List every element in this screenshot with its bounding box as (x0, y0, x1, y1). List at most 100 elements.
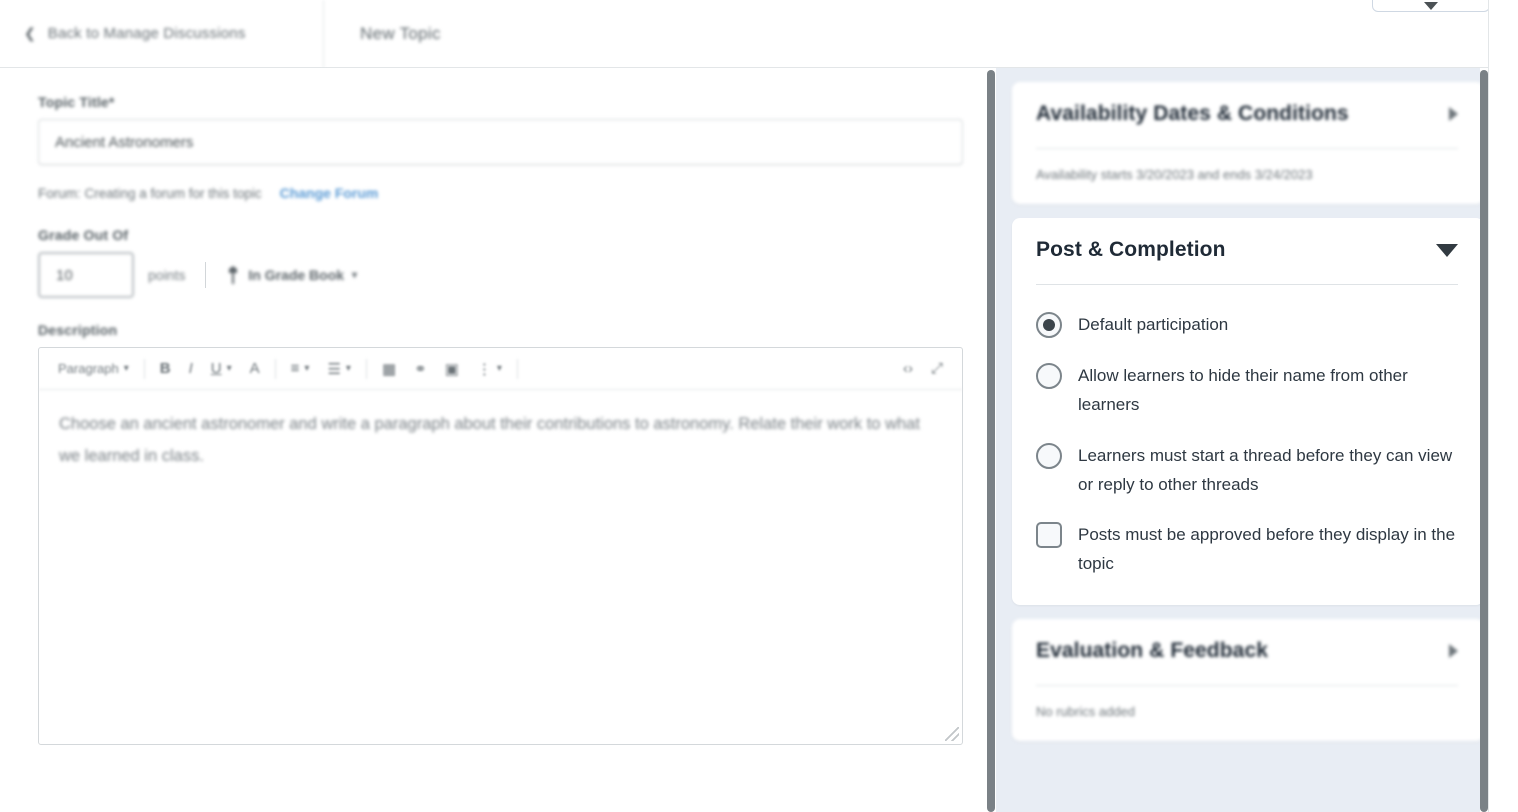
availability-dates-card[interactable]: Availability Dates & Conditions Availabi… (1012, 82, 1484, 204)
divider (205, 262, 207, 288)
chevron-down-icon: ▾ (496, 363, 502, 374)
participation-options-list: Default participation Allow learners to … (1036, 311, 1458, 579)
page-title: New Topic (360, 23, 441, 43)
right-scrollbar-thumb[interactable] (1480, 70, 1488, 812)
list-icon: ☰ (327, 360, 341, 378)
format-select-value: Paragraph (58, 361, 119, 376)
points-label: points (148, 267, 186, 283)
table-icon: ▦ (381, 360, 397, 378)
evaluation-card-title: Evaluation & Feedback (1036, 639, 1269, 663)
evaluation-and-feedback-card[interactable]: Evaluation & Feedback No rubrics added (1012, 619, 1484, 742)
option-posts-must-be-approved[interactable]: Posts must be approved before they displ… (1036, 521, 1458, 579)
chevron-down-icon[interactable] (1436, 243, 1458, 257)
left-pane-scrollbar[interactable] (987, 68, 995, 812)
description-text[interactable]: Choose an ancient astronomer and write a… (39, 390, 962, 744)
radio-default-participation[interactable] (1036, 312, 1062, 338)
back-to-manage-discussions-button[interactable]: ❮ Back to Manage Discussions (0, 0, 324, 68)
window-right-edge (1488, 0, 1518, 812)
in-grade-book-dropdown[interactable]: In Grade Book ▾ (226, 266, 357, 284)
settings-sidebar: Availability Dates & Conditions Availabi… (996, 68, 1518, 812)
insert-image-icon: ▣ (444, 360, 459, 378)
more-options-button[interactable]: ⋮ ▾ (468, 354, 511, 384)
divider (1036, 685, 1458, 687)
format-select[interactable]: Paragraph ▾ (49, 354, 138, 384)
html-source-icon: ‹› (902, 360, 913, 377)
radio-must-start-thread[interactable] (1036, 442, 1062, 469)
topic-title-label: Topic Title* (38, 94, 115, 110)
align-icon: ≡ (290, 360, 300, 377)
table-button[interactable]: ▦ (373, 354, 405, 384)
chevron-down-icon: ▾ (345, 363, 351, 374)
editor-toolbar: Paragraph ▾ B I U ▾ A ≡ ▾ ☰ ▾ ▦ ⚭ ▣ ⋮ ▾ … (39, 348, 962, 390)
text-color-icon: A (249, 360, 260, 377)
link-icon: ⚭ (414, 360, 427, 378)
bold-icon: B (159, 360, 171, 377)
topic-title-input[interactable]: Ancient Astronomers (38, 119, 963, 165)
option-default-participation[interactable]: Default participation (1036, 311, 1458, 340)
chevron-down-icon: ▾ (304, 363, 310, 374)
align-button[interactable]: ≡ ▾ (282, 354, 319, 384)
more-options-icon: ⋮ (476, 360, 492, 378)
chevron-left-icon: ❮ (24, 25, 36, 41)
grade-out-of-value: 10 (56, 266, 73, 284)
toolbar-divider (143, 358, 145, 379)
italic-icon: I (188, 360, 193, 377)
list-button[interactable]: ☰ ▾ (318, 354, 359, 384)
topic-title-value: Ancient Astronomers (55, 133, 194, 151)
option-must-start-thread[interactable]: Learners must start a thread before they… (1036, 442, 1458, 500)
insert-image-button[interactable]: ▣ (436, 354, 468, 384)
availability-card-header[interactable]: Availability Dates & Conditions (1036, 102, 1458, 126)
link-button[interactable]: ⚭ (405, 354, 436, 384)
chevron-down-icon (1424, 2, 1438, 10)
evaluation-card-header[interactable]: Evaluation & Feedback (1036, 639, 1458, 663)
checkbox-posts-must-be-approved[interactable] (1036, 522, 1062, 549)
radio-allow-hide-name[interactable] (1036, 362, 1062, 389)
chevron-down-icon: ▾ (352, 269, 358, 281)
option-label: Allow learners to hide their name from o… (1078, 365, 1408, 414)
change-forum-link[interactable]: Change Forum (280, 185, 379, 201)
panel-collapse-button[interactable] (1372, 0, 1490, 12)
fullscreen-button[interactable]: ⤢ (922, 354, 952, 384)
discussion-topic-editor-page: ❮ Back to Manage Discussions New Topic T… (0, 0, 1518, 812)
divider (1036, 148, 1458, 149)
rubrics-summary: No rubrics added (1036, 704, 1135, 720)
grade-out-of-label: Grade Out Of (38, 227, 129, 243)
toolbar-divider (516, 358, 518, 379)
chevron-right-icon[interactable] (1449, 644, 1458, 659)
post-completion-card-header[interactable]: Post & Completion (1036, 238, 1458, 262)
editor-resize-handle[interactable] (945, 727, 959, 741)
availability-card-title: Availability Dates & Conditions (1036, 102, 1349, 125)
radio-selected-dot (1043, 319, 1055, 331)
gradebook-icon (229, 266, 238, 284)
chevron-right-icon[interactable] (1449, 107, 1458, 121)
description-label: Description (38, 322, 118, 338)
chevron-down-icon: ▾ (123, 363, 129, 374)
html-source-button[interactable]: ‹› (894, 354, 922, 384)
in-grade-book-label: In Grade Book (248, 267, 345, 283)
underline-icon: U (210, 360, 222, 377)
grade-out-of-input[interactable]: 10 (38, 252, 134, 298)
italic-button[interactable]: I (180, 354, 202, 384)
top-navigation-bar: ❮ Back to Manage Discussions New Topic (0, 0, 1518, 68)
option-label: Posts must be approved before they displ… (1078, 525, 1456, 574)
option-label: Default participation (1078, 315, 1229, 334)
back-button-label: Back to Manage Discussions (47, 25, 246, 42)
post-and-completion-card: Post & Completion Default participation … (1012, 218, 1484, 606)
toolbar-divider (365, 358, 367, 379)
forum-description: Forum: Creating a forum for this topic (38, 186, 262, 201)
topic-form-pane: Topic Title* Ancient Astronomers Forum: … (0, 68, 986, 812)
toolbar-divider (274, 358, 276, 379)
availability-summary: Availability starts 3/20/2023 and ends 3… (1036, 167, 1313, 182)
left-scrollbar-thumb[interactable] (987, 70, 995, 812)
chevron-down-icon: ▾ (226, 363, 232, 374)
description-rich-text-editor[interactable]: Paragraph ▾ B I U ▾ A ≡ ▾ ☰ ▾ ▦ ⚭ ▣ ⋮ ▾ … (38, 347, 963, 745)
right-pane-scrollbar[interactable] (1480, 68, 1488, 812)
fullscreen-icon: ⤢ (930, 360, 943, 377)
divider (1036, 284, 1458, 285)
option-allow-hide-name[interactable]: Allow learners to hide their name from o… (1036, 362, 1458, 420)
text-color-button[interactable]: A (241, 354, 269, 384)
option-label: Learners must start a thread before they… (1078, 445, 1453, 494)
post-completion-card-title: Post & Completion (1036, 238, 1226, 261)
underline-button[interactable]: U ▾ (202, 354, 241, 384)
bold-button[interactable]: B (151, 354, 180, 384)
